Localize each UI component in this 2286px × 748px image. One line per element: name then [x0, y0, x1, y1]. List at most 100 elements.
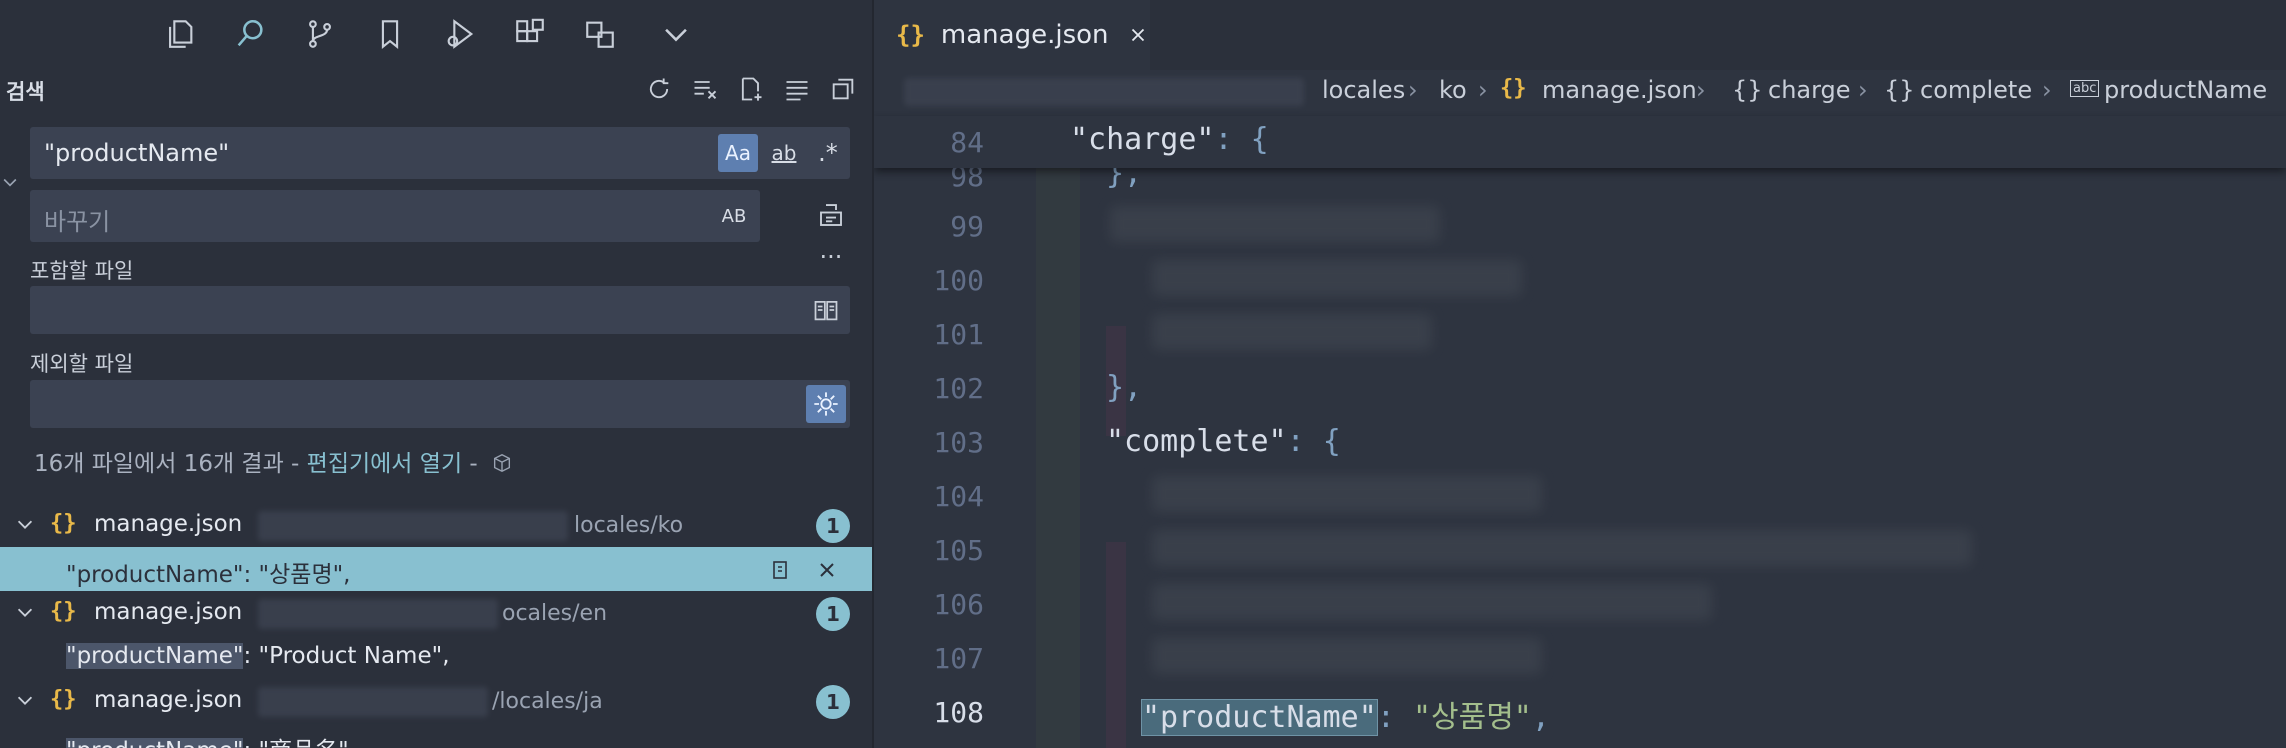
chevron-down-icon[interactable] [14, 689, 36, 711]
summary-tail: - [462, 451, 478, 477]
result-count-badge: 1 [816, 597, 850, 631]
breadcrumb-separator-icon: › [1858, 76, 1868, 104]
clear-results-icon[interactable] [690, 74, 720, 104]
files-icon[interactable] [160, 14, 200, 54]
include-files-input[interactable] [30, 286, 850, 334]
object-icon: {} [1884, 76, 1915, 104]
redacted-code [1152, 476, 1542, 512]
line-number: 105 [933, 534, 984, 567]
line-number: 84 [950, 126, 984, 159]
result-file-row[interactable]: {} manage.json locales/ko 1 [0, 503, 872, 547]
match-key: "productName" [66, 738, 244, 748]
view-as-tree-icon[interactable] [828, 74, 858, 104]
search-icon[interactable] [230, 14, 270, 54]
result-file-path: ocales/en [502, 601, 608, 626]
toggle-replace-icon[interactable] [0, 172, 20, 192]
match-value: : "Product Name", [243, 643, 450, 669]
code-line-current[interactable]: "productName": "상품명", [1141, 692, 1550, 736]
line-number: 107 [933, 642, 984, 675]
result-file-name: manage.json [94, 687, 243, 713]
selected-match: "productName" [1141, 699, 1378, 736]
breadcrumb-separator-icon: › [1408, 76, 1418, 104]
breadcrumb-separator-icon: › [1478, 76, 1488, 104]
chevron-down-icon[interactable] [656, 14, 696, 54]
replace-input[interactable]: 바꾸기 AB [30, 190, 760, 242]
open-editors-only-icon[interactable] [806, 291, 846, 329]
code-area[interactable]: 98 99 100 101 102 103 104 105 106 107 10… [874, 116, 2286, 748]
sticky-scroll-header[interactable]: 84 "charge": { [874, 116, 2286, 168]
json-punct: : { [1286, 424, 1341, 459]
replace-match-icon[interactable] [766, 555, 796, 585]
line-number: 102 [933, 372, 984, 405]
breadcrumb-item[interactable]: manage.json [1542, 76, 1697, 104]
redacted-code [1152, 314, 1432, 350]
json-file-icon: {} [50, 599, 77, 624]
use-exclude-settings-icon[interactable] [806, 385, 846, 423]
indent-guide [1106, 542, 1126, 748]
line-number: 100 [933, 264, 984, 297]
chevron-down-icon[interactable] [14, 513, 36, 535]
cube-icon[interactable] [491, 452, 513, 474]
redacted-code [1152, 584, 1712, 620]
redacted-code [1152, 260, 1522, 296]
line-number: 99 [950, 210, 984, 243]
translate-icon[interactable] [580, 14, 620, 54]
breadcrumb-item[interactable]: complete [1920, 76, 2032, 104]
breadcrumb: locales › ko › {} manage.json › {} charg… [874, 70, 2286, 116]
match-text: "productName": "Product Name", [66, 643, 450, 669]
search-title: 검색 [6, 80, 45, 104]
match-key: "productName" [66, 643, 244, 669]
breadcrumb-item[interactable]: productName [2104, 76, 2267, 104]
refresh-icon[interactable] [644, 74, 674, 104]
preserve-case-toggle[interactable]: AB [714, 197, 754, 235]
result-file-row[interactable]: {} manage.json /locales/ja 1 [0, 679, 872, 723]
run-debug-icon[interactable] [440, 14, 480, 54]
breadcrumb-item[interactable]: locales [1322, 76, 1405, 104]
redacted-path [258, 687, 488, 717]
json-string: "상품명" [1412, 700, 1532, 735]
new-search-editor-icon[interactable] [736, 74, 766, 104]
breadcrumb-separator-icon: › [1696, 76, 1706, 104]
dismiss-match-icon[interactable] [812, 555, 842, 585]
search-input-value: "productName" [44, 139, 230, 167]
search-sidebar: 검색 "productName" Aa ab .* 바꾸기 AB ··· 포함할… [0, 0, 874, 748]
result-match-row[interactable]: "productName": "商品名" [0, 723, 872, 748]
result-count-badge: 1 [816, 685, 850, 719]
more-options-button[interactable]: ··· [814, 240, 848, 274]
result-file-path: /locales/ja [492, 689, 603, 714]
redacted-breadcrumb [904, 78, 1304, 106]
redacted-code [1152, 530, 1972, 566]
match-whole-word-toggle[interactable]: ab [764, 134, 804, 172]
result-match-row[interactable]: "productName": "Product Name", [0, 635, 872, 679]
open-in-editor-link[interactable]: 편집기에서 열기 [307, 451, 462, 477]
extensions-icon[interactable] [510, 14, 550, 54]
tab-manage-json[interactable]: {} manage.json [874, 0, 1150, 70]
line-number: 108 [933, 696, 984, 729]
line-number: 104 [933, 480, 984, 513]
chevron-down-icon[interactable] [14, 601, 36, 623]
json-file-icon: {} [1500, 76, 1527, 101]
result-file-path: locales/ko [574, 513, 684, 538]
result-file-row[interactable]: {} manage.json ocales/en 1 [0, 591, 872, 635]
replace-input-placeholder: 바꾸기 [44, 208, 111, 236]
match-case-toggle[interactable]: Aa [718, 134, 758, 172]
bookmark-icon[interactable] [370, 14, 410, 54]
result-match-row[interactable]: "productName": "상품명", [0, 547, 872, 591]
result-file-name: manage.json [94, 511, 243, 537]
replace-all-icon[interactable] [814, 198, 848, 232]
source-control-icon[interactable] [300, 14, 340, 54]
match-value: : "상품명", [243, 562, 351, 588]
include-label: 포함할 파일 [30, 259, 134, 283]
close-icon[interactable] [1127, 24, 1149, 46]
string-icon: abc [2070, 80, 2100, 97]
breadcrumb-item[interactable]: ko [1439, 76, 1467, 104]
exclude-label: 제외할 파일 [30, 352, 134, 376]
exclude-files-input[interactable] [30, 380, 850, 428]
result-file-name: manage.json [94, 599, 243, 625]
breadcrumb-item[interactable]: charge [1768, 76, 1851, 104]
use-regex-toggle[interactable]: .* [808, 134, 848, 172]
match-text: "productName": "상품명", [66, 555, 351, 589]
search-input[interactable]: "productName" Aa ab .* [30, 127, 850, 179]
match-key: "productName" [66, 562, 244, 588]
collapse-all-icon[interactable] [782, 74, 812, 104]
